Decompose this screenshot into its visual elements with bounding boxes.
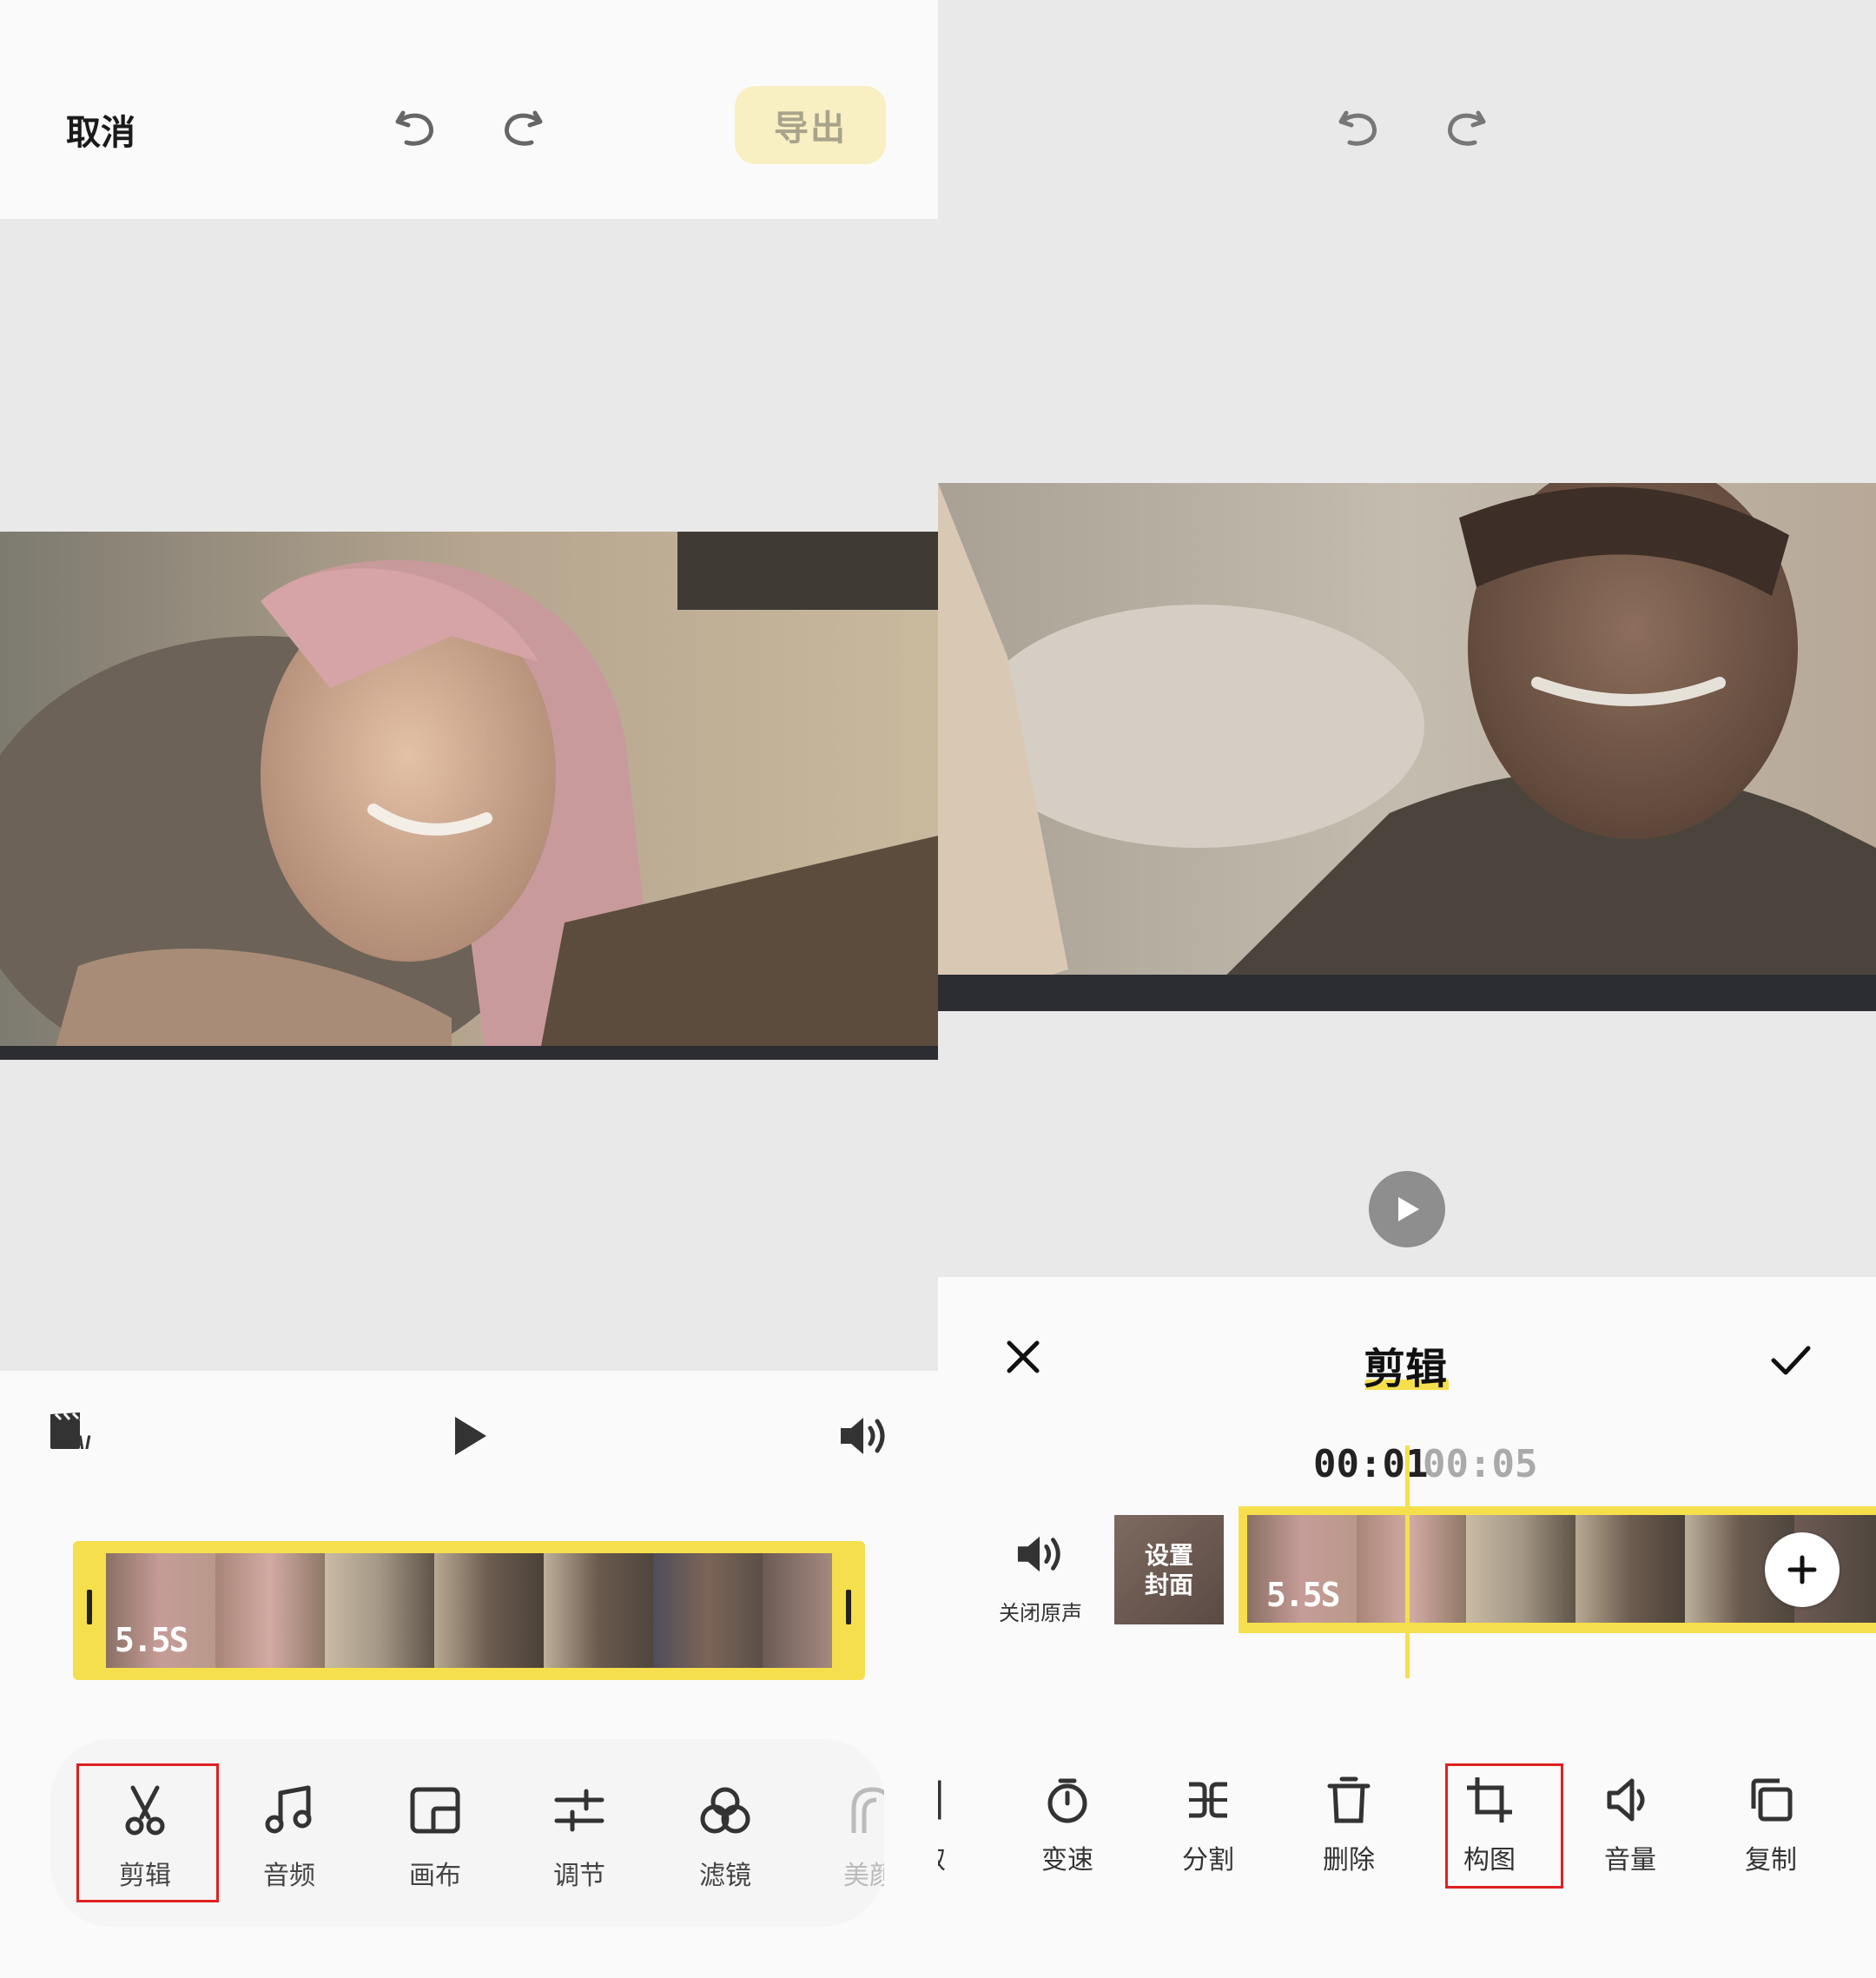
top-bar: 取消 导出: [0, 0, 938, 219]
current-time: 00:01: [1313, 1442, 1429, 1486]
video-preview[interactable]: [938, 483, 1876, 1011]
cancel-button[interactable]: 取消: [66, 104, 135, 155]
split-icon: [1189, 1782, 1227, 1818]
beauty-icon: [851, 1787, 884, 1833]
cut-tool-menu: 提取 变速 分割 删除: [938, 1763, 1876, 1920]
play-icon[interactable]: [452, 1414, 490, 1458]
tool-label: 滤镜: [699, 1861, 751, 1891]
panel-title: 剪辑: [1364, 1345, 1448, 1393]
tool-copy[interactable]: 复制: [1714, 1776, 1827, 1876]
redo-icon[interactable]: [495, 101, 547, 153]
tool-speed[interactable]: 变速: [1011, 1776, 1124, 1876]
volume-icon: [1607, 1778, 1645, 1822]
tool-label: 变速: [1041, 1845, 1093, 1875]
mute-original-label[interactable]: 关闭原声: [999, 1596, 1082, 1626]
plus-icon: [1787, 1555, 1817, 1584]
export-button[interactable]: 导出: [735, 86, 886, 164]
clip-thumbnails: 5.5S: [106, 1553, 832, 1668]
add-clip-button[interactable]: [1765, 1532, 1840, 1607]
clip-thumbnail: [434, 1553, 544, 1668]
confirm-check-icon[interactable]: [1770, 1343, 1812, 1378]
clip-thumbnail: [763, 1553, 832, 1668]
set-cover-button[interactable]: 设置 封面: [1114, 1515, 1224, 1624]
timeline-clip[interactable]: 5.5S: [73, 1541, 865, 1680]
volume-icon[interactable]: [839, 1416, 889, 1456]
clip-duration-label: 5.5S: [115, 1621, 189, 1659]
clip-thumbnail: [544, 1553, 653, 1668]
tool-beauty-clip: 美颜: [797, 1739, 884, 1927]
tool-adjust[interactable]: 调节: [514, 1783, 644, 1892]
tool-menu: 剪辑 音频 画布 调节 滤镜 美颜: [50, 1739, 884, 1927]
close-icon[interactable]: [1004, 1338, 1042, 1376]
tool-audio[interactable]: 音频: [224, 1783, 354, 1892]
play-button[interactable]: [1369, 1171, 1445, 1247]
canvas-icon: [410, 1787, 460, 1834]
copy-icon: [1751, 1778, 1793, 1822]
trim-handle-left[interactable]: [87, 1590, 92, 1624]
undo-icon[interactable]: [1334, 101, 1386, 153]
clip-trim-frame[interactable]: 5.5S: [73, 1541, 865, 1680]
tool-label: 删除: [1323, 1845, 1375, 1875]
play-icon: [1398, 1197, 1419, 1221]
music-note-icon: [265, 1785, 312, 1834]
highlight-box: [1445, 1763, 1563, 1889]
tool-label: 分割: [1182, 1845, 1234, 1875]
clip-thumbnail: [653, 1553, 763, 1668]
tool-delete[interactable]: 删除: [1292, 1776, 1405, 1876]
tool-extract-clip: 提取: [938, 1763, 974, 1920]
sliders-icon: [554, 1789, 604, 1832]
speed-timer-icon: [1047, 1778, 1087, 1823]
ai-clip-icon[interactable]: AI: [49, 1411, 97, 1452]
tool-label: 美颜: [843, 1861, 884, 1891]
tool-label: 调节: [553, 1861, 605, 1891]
video-preview[interactable]: [0, 532, 938, 1060]
tool-label: 画布: [409, 1861, 461, 1891]
clip-thumbnail: [215, 1553, 325, 1668]
highlight-box: [76, 1763, 219, 1902]
clip-thumbnail: [1466, 1515, 1575, 1623]
tool-filter[interactable]: 滤镜: [660, 1783, 790, 1892]
tool-beauty[interactable]: 美颜: [804, 1783, 884, 1892]
tool-split[interactable]: 分割: [1152, 1776, 1265, 1876]
clip-duration-label: 5.5S: [1266, 1576, 1341, 1614]
extract-icon: [938, 1780, 941, 1820]
tool-extract[interactable]: 提取: [938, 1776, 974, 1876]
playhead[interactable]: [1405, 1445, 1410, 1678]
tool-volume[interactable]: 音量: [1574, 1776, 1687, 1876]
tool-label: 音量: [1604, 1845, 1656, 1875]
clip-thumbnail: [325, 1553, 434, 1668]
undo-icon[interactable]: [391, 101, 443, 153]
editor-main-screen: 取消 导出 AI 5.5S 剪辑 音频 画布 调节 滤镜 美颜: [0, 0, 938, 1978]
trim-handle-right[interactable]: [846, 1590, 851, 1624]
clip-thumbnail: [1575, 1515, 1685, 1623]
set-cover-label: 设置 封面: [1144, 1541, 1193, 1599]
tool-label: 音频: [263, 1861, 315, 1891]
tool-label: 提取: [938, 1838, 974, 1876]
tool-canvas[interactable]: 画布: [370, 1783, 500, 1892]
svg-text:AI: AI: [70, 1432, 91, 1452]
cut-editor-screen: 剪辑 00:01 00:05 关闭原声 设置 封面 5.5S 变速 分割 删除 …: [938, 0, 1876, 1978]
redo-icon[interactable]: [1438, 101, 1490, 153]
clip-thumbnail: [1357, 1515, 1466, 1623]
total-time: 00:05: [1423, 1442, 1538, 1486]
trash-icon: [1327, 1776, 1371, 1823]
filter-icon: [700, 1787, 750, 1834]
mute-volume-icon[interactable]: [1016, 1534, 1065, 1574]
tool-label: 复制: [1745, 1845, 1797, 1875]
